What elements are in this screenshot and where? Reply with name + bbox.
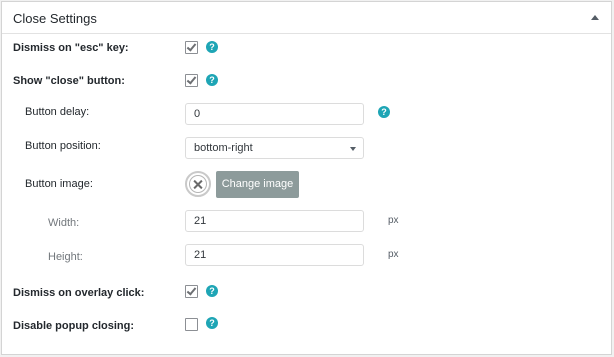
dismiss-overlay-label: Dismiss on overlay click: xyxy=(13,287,145,299)
button-position-value: bottom-right xyxy=(194,142,253,154)
chevron-down-icon xyxy=(350,147,356,151)
change-image-button[interactable]: Change image xyxy=(216,171,299,198)
close-image-preview xyxy=(185,171,211,197)
help-icon[interactable]: ? xyxy=(206,285,218,297)
show-close-label: Show "close" button: xyxy=(13,75,125,87)
close-icon xyxy=(189,175,207,193)
help-icon[interactable]: ? xyxy=(206,41,218,53)
height-label: Height: xyxy=(48,251,83,263)
height-unit: px xyxy=(388,249,399,260)
checkmark-icon xyxy=(186,285,197,296)
button-delay-label: Button delay: xyxy=(25,106,90,118)
show-close-checkbox[interactable] xyxy=(185,74,198,87)
panel-header[interactable]: Close Settings xyxy=(2,2,611,34)
close-settings-panel: Close Settings Dismiss on "esc" key: ? S… xyxy=(1,1,612,355)
button-position-select[interactable]: bottom-right xyxy=(185,137,364,159)
width-unit: px xyxy=(388,215,399,226)
dismiss-esc-label: Dismiss on "esc" key: xyxy=(13,42,129,54)
dismiss-esc-checkbox[interactable] xyxy=(185,41,198,54)
checkmark-icon xyxy=(186,74,197,85)
checkmark-icon xyxy=(186,41,197,52)
button-image-label: Button image: xyxy=(25,178,93,190)
disable-closing-checkbox[interactable] xyxy=(185,318,198,331)
help-icon[interactable]: ? xyxy=(378,106,390,118)
dismiss-overlay-checkbox[interactable] xyxy=(185,285,198,298)
width-label: Width: xyxy=(48,217,80,229)
help-icon[interactable]: ? xyxy=(206,74,218,86)
panel-title: Close Settings xyxy=(13,11,97,26)
button-position-label: Button position: xyxy=(25,140,101,152)
height-input[interactable]: 21 xyxy=(185,244,364,266)
disable-closing-label: Disable popup closing: xyxy=(13,320,135,332)
help-icon[interactable]: ? xyxy=(206,317,218,329)
button-delay-input[interactable]: 0 xyxy=(185,103,364,125)
width-input[interactable]: 21 xyxy=(185,210,364,232)
collapse-arrow-icon[interactable] xyxy=(591,15,599,20)
